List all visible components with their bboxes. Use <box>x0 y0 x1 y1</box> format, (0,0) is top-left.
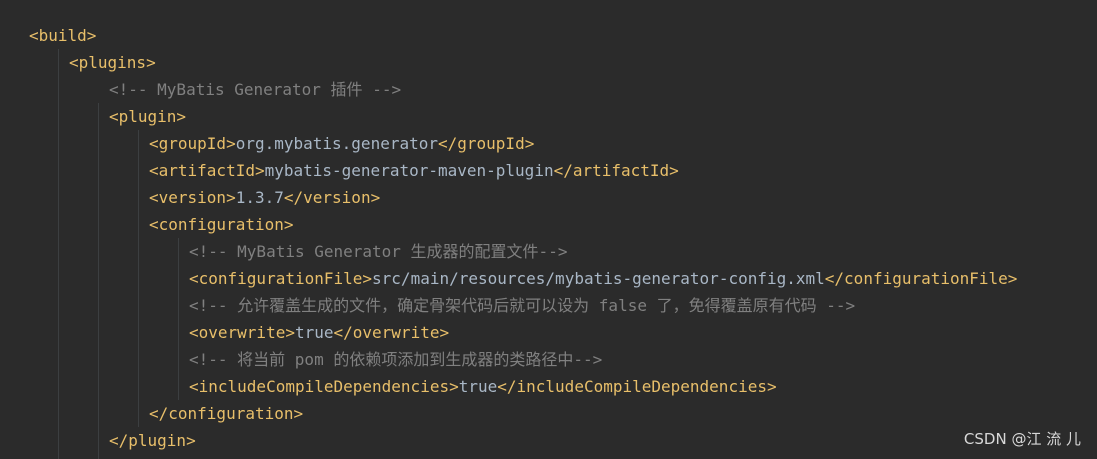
xml-tag: <groupId> <box>149 134 236 153</box>
code-line[interactable]: <version>1.3.7</version> <box>29 184 1017 211</box>
xml-text: true <box>458 377 498 396</box>
xml-tag: <configurationFile> <box>189 269 373 288</box>
xml-tag: <overwrite> <box>189 323 295 342</box>
code-line[interactable]: <!-- MyBatis Generator 插件 --> <box>29 76 1017 103</box>
code-line[interactable]: <groupId>org.mybatis.generator</groupId> <box>29 130 1017 157</box>
xml-comment: <!-- 将当前 pom 的依赖项添加到生成器的类路径中--> <box>189 350 603 369</box>
xml-tag: </groupId> <box>438 134 535 153</box>
xml-text: mybatis-generator-maven-plugin <box>264 161 554 180</box>
code-line[interactable]: <artifactId>mybatis-generator-maven-plug… <box>29 157 1017 184</box>
xml-tag: <plugin> <box>109 107 187 126</box>
xml-text: true <box>294 323 334 342</box>
code-line[interactable]: <build> <box>29 22 1017 49</box>
code-line[interactable]: </plugin> <box>29 427 1017 454</box>
xml-tag: <artifactId> <box>149 161 265 180</box>
code-line[interactable]: <!-- MyBatis Generator 生成器的配置文件--> <box>29 238 1017 265</box>
code-line[interactable]: <!-- 允许覆盖生成的文件，确定骨架代码后就可以设为 false 了，免得覆盖… <box>29 292 1017 319</box>
code-line[interactable]: <overwrite>true</overwrite> <box>29 319 1017 346</box>
xml-tag: <configuration> <box>149 215 294 234</box>
xml-tag: <build> <box>29 26 97 45</box>
xml-tag: </includeCompileDependencies> <box>497 377 777 396</box>
xml-tag: </configuration> <box>149 404 304 423</box>
xml-text: org.mybatis.generator <box>235 134 438 153</box>
xml-comment: <!-- MyBatis Generator 插件 --> <box>109 80 402 99</box>
xml-comment: <!-- MyBatis Generator 生成器的配置文件--> <box>189 242 568 261</box>
code-line[interactable]: <!-- 将当前 pom 的依赖项添加到生成器的类路径中--> <box>29 346 1017 373</box>
xml-tag: </configurationFile> <box>824 269 1018 288</box>
code-line[interactable]: <configurationFile>src/main/resources/my… <box>29 265 1017 292</box>
xml-text: 1.3.7 <box>235 188 284 207</box>
xml-tag: <plugins> <box>69 53 156 72</box>
code-line[interactable]: <includeCompileDependencies>true</includ… <box>29 373 1017 400</box>
xml-tag: </artifactId> <box>553 161 679 180</box>
code-line[interactable]: </configuration> <box>29 400 1017 427</box>
code-editor[interactable]: <build> <plugins> <!-- MyBatis Generator 插… <box>0 0 1097 459</box>
xml-tag: </version> <box>283 188 381 207</box>
code-line[interactable]: <plugins> <box>29 49 1017 76</box>
xml-tag: </overwrite> <box>333 323 450 342</box>
xml-comment: <!-- 允许覆盖生成的文件，确定骨架代码后就可以设为 false 了，免得覆盖… <box>189 296 856 315</box>
watermark: CSDN @江 流 儿 <box>963 430 1081 448</box>
code-content[interactable]: <build> <plugins> <!-- MyBatis Generator 插… <box>29 22 1017 454</box>
xml-tag: <includeCompileDependencies> <box>189 377 459 396</box>
code-line[interactable]: <plugin> <box>29 103 1017 130</box>
code-line[interactable]: <configuration> <box>29 211 1017 238</box>
xml-text: src/main/resources/mybatis-generator-con… <box>372 269 825 288</box>
xml-tag: <version> <box>149 188 236 207</box>
xml-tag: </plugin> <box>109 431 196 450</box>
